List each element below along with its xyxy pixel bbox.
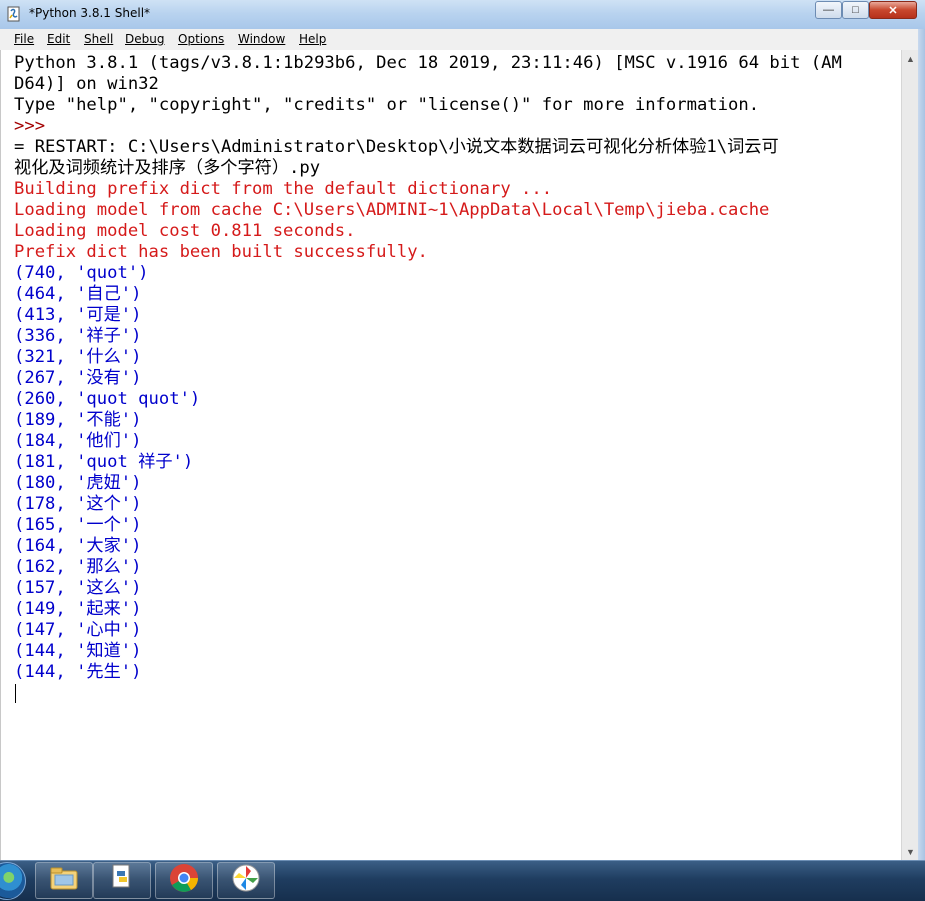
shell-line: (740, 'quot') <box>14 263 149 283</box>
shell-line: (165, '一个') <box>14 515 142 535</box>
shell-line: (336, '祥子') <box>14 326 142 346</box>
shell-line: Python 3.8.1 (tags/v3.8.1:1b293b6, Dec 1… <box>14 53 842 73</box>
shell-line: (144, '知道') <box>14 641 142 661</box>
scroll-up-arrow-icon[interactable]: ▲ <box>902 50 919 67</box>
taskbar <box>0 860 925 901</box>
maximize-button[interactable]: □ <box>842 1 869 19</box>
vertical-scrollbar[interactable]: ▲ ▼ <box>901 50 919 860</box>
idle-app-icon[interactable] <box>6 6 22 22</box>
menu-file[interactable]: File <box>14 32 34 46</box>
shell-line: (189, '不能') <box>14 410 142 430</box>
minimize-button[interactable]: — <box>815 1 842 19</box>
shell-line: Prefix dict has been built successfully. <box>14 242 428 262</box>
scroll-down-arrow-icon[interactable]: ▼ <box>902 843 919 860</box>
shell-line: Building prefix dict from the default di… <box>14 179 553 199</box>
shell-line: (164, '大家') <box>14 536 142 556</box>
shell-line: 视化及词频统计及排序（多个字符）.py <box>14 158 321 178</box>
shell-line: = RESTART: C:\Users\Administrator\Deskto… <box>14 137 779 157</box>
window-frame-edge <box>918 29 925 860</box>
text-cursor <box>15 684 16 703</box>
taskbar-paint-button[interactable] <box>217 862 275 899</box>
title-bar[interactable]: *Python 3.8.1 Shell* — □ ✕ <box>0 0 925 30</box>
shell-line: D64)] on win32 <box>14 74 159 94</box>
menu-debug[interactable]: Debug <box>125 32 164 46</box>
pinwheel-icon <box>231 863 261 898</box>
shell-line: (184, '他们') <box>14 431 142 451</box>
shell-line: (162, '那么') <box>14 557 142 577</box>
shell-line: Loading model cost 0.811 seconds. <box>14 221 356 241</box>
taskbar-chrome-button[interactable] <box>155 862 213 899</box>
start-button-icon[interactable] <box>0 862 26 900</box>
taskbar-python-button[interactable] <box>93 862 151 899</box>
shell-line: (321, '什么') <box>14 347 142 367</box>
shell-line: Loading model from cache C:\Users\ADMINI… <box>14 200 770 220</box>
menu-help[interactable]: Help <box>299 32 326 46</box>
shell-line: (147, '心中') <box>14 620 142 640</box>
shell-line: >>> <box>14 116 46 136</box>
shell-line: (260, 'quot quot') <box>14 389 201 409</box>
menu-shell[interactable]: Shell <box>84 32 113 46</box>
shell-line: (180, '虎妞') <box>14 473 142 493</box>
python-icon <box>107 863 137 898</box>
chrome-icon <box>168 862 200 899</box>
shell-line: (144, '先生') <box>14 662 142 682</box>
folder-icon <box>49 865 79 896</box>
shell-line: (157, '这么') <box>14 578 142 598</box>
window-title: *Python 3.8.1 Shell* <box>29 6 151 20</box>
shell-line: (181, 'quot 祥子') <box>14 452 194 472</box>
close-icon: ✕ <box>888 4 898 17</box>
shell-line: (413, '可是') <box>14 305 142 325</box>
shell-line: Type "help", "copyright", "credits" or "… <box>14 95 760 115</box>
close-button[interactable]: ✕ <box>869 1 917 19</box>
menu-edit[interactable]: Edit <box>47 32 70 46</box>
shell-text-area[interactable]: Python 3.8.1 (tags/v3.8.1:1b293b6, Dec 1… <box>0 50 902 860</box>
menu-bar: File Edit Shell Debug Options Window Hel… <box>0 29 925 51</box>
shell-line: (178, '这个') <box>14 494 142 514</box>
maximize-icon: □ <box>852 4 859 16</box>
menu-options[interactable]: Options <box>178 32 224 46</box>
menu-window[interactable]: Window <box>238 32 285 46</box>
taskbar-explorer-button[interactable] <box>35 862 93 899</box>
minimize-icon: — <box>823 4 834 16</box>
shell-line: (149, '起来') <box>14 599 142 619</box>
shell-line: (267, '没有') <box>14 368 142 388</box>
shell-line: (464, '自己') <box>14 284 142 304</box>
